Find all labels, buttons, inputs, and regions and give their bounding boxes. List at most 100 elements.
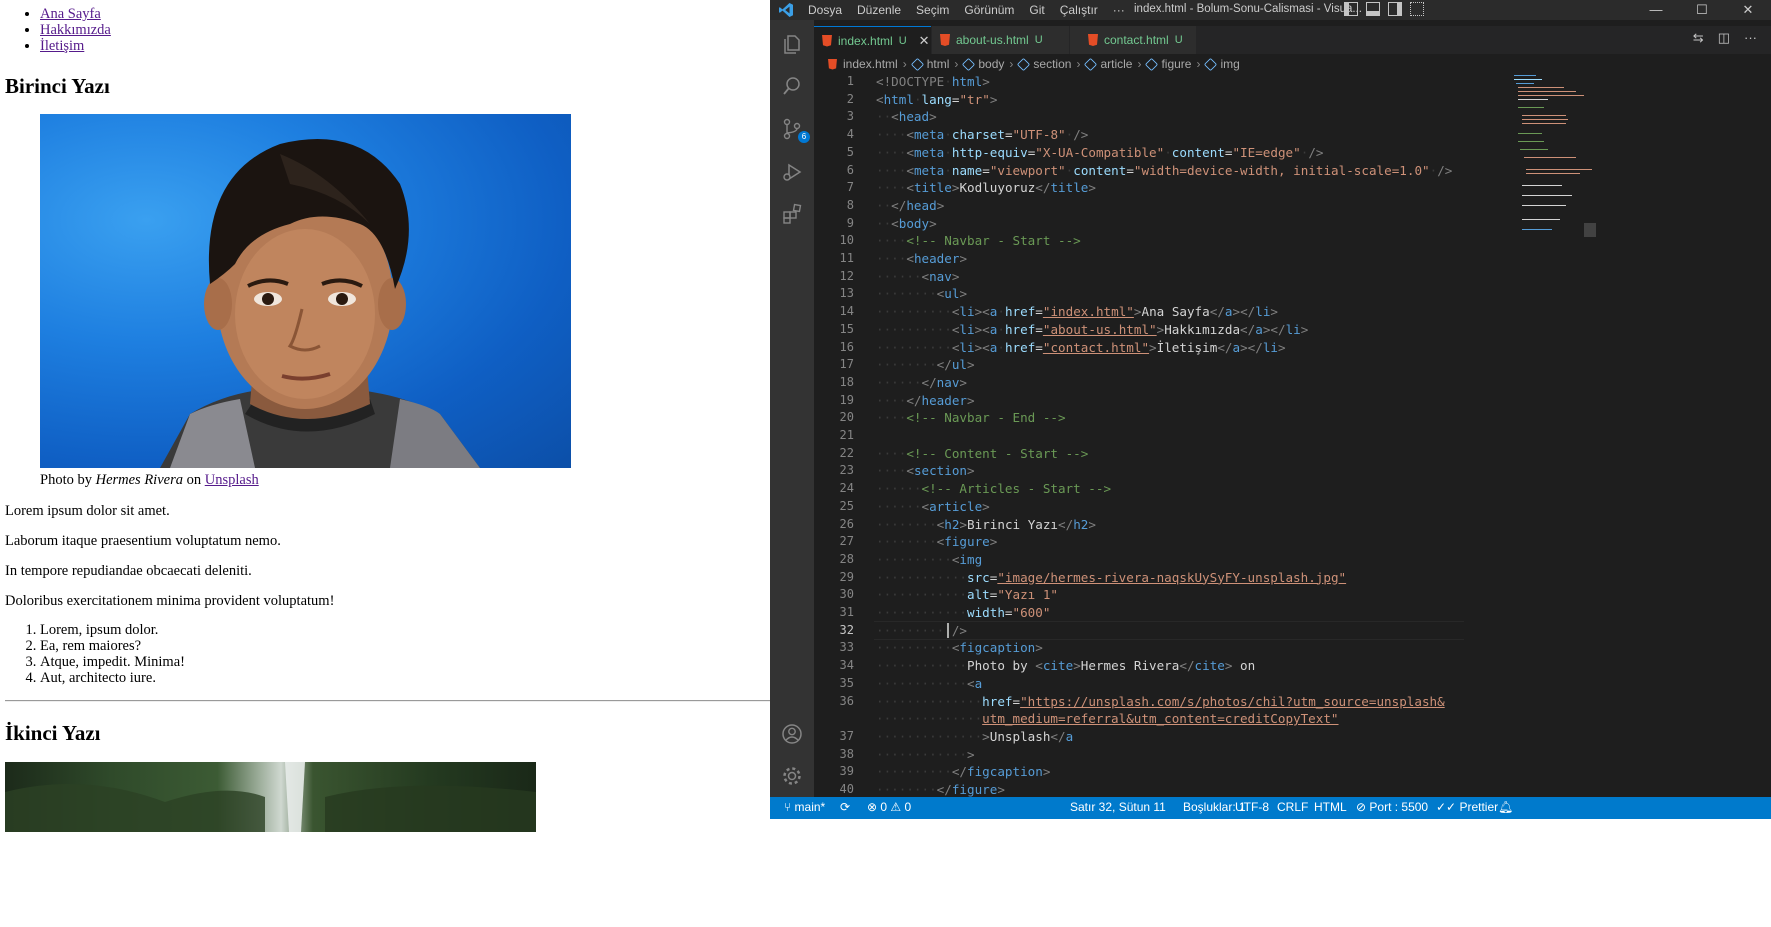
code-line: ··<head> bbox=[876, 109, 937, 125]
code-line: ····<title>Kodluyoruz</title> bbox=[876, 180, 1096, 196]
source-control-icon[interactable]: 6 bbox=[778, 115, 810, 143]
desktop-background bbox=[770, 819, 1771, 927]
notifications-bell-icon[interactable]: 🔔︎ bbox=[1498, 800, 1513, 814]
branch-name: main* bbox=[794, 800, 826, 814]
line-number: 2 bbox=[846, 91, 854, 106]
line-number: 22 bbox=[839, 445, 854, 460]
breadcrumb-item[interactable]: img bbox=[1220, 57, 1239, 71]
toggle-panel-icon[interactable] bbox=[1366, 2, 1380, 16]
language-mode[interactable]: HTML bbox=[1314, 800, 1347, 814]
line-number: 37 bbox=[839, 728, 854, 743]
end-of-line[interactable]: CRLF bbox=[1277, 800, 1308, 814]
figure-caption: Photo by Hermes Rivera on Unsplash bbox=[40, 472, 259, 489]
list-item: Lorem, ipsum dolor. bbox=[40, 622, 185, 638]
menu-view[interactable]: Görünüm bbox=[964, 3, 1014, 17]
tab-index-html[interactable]: index.html U ✕ bbox=[814, 26, 931, 54]
token: <!-- Navbar - End --> bbox=[906, 410, 1066, 426]
line-number: 23 bbox=[839, 463, 854, 478]
token: "IE=edge" bbox=[1232, 144, 1301, 160]
token: <!-- Content - Start --> bbox=[906, 445, 1089, 461]
nav-list: Ana Sayfa Hakkımızda İletişim bbox=[0, 6, 770, 54]
code-line: ··</head> bbox=[876, 197, 945, 213]
source-control-badge: 6 bbox=[798, 131, 810, 143]
menu-edit[interactable]: Düzenle bbox=[857, 3, 901, 17]
nav-link-contact[interactable]: İletişim bbox=[40, 38, 84, 54]
minimize-button[interactable]: — bbox=[1633, 0, 1679, 20]
code-line: ············<a bbox=[876, 675, 983, 691]
line-number: 19 bbox=[839, 392, 854, 407]
split-editor-icon[interactable]: ◫ bbox=[1718, 30, 1730, 46]
port-label: Port : 5500 bbox=[1369, 800, 1429, 814]
status-bar: ⑂ main* ⟳ ⊗ 0 ⚠ 0 Satır 32, Sütun 11 Boş… bbox=[770, 797, 1771, 819]
breadcrumb-item[interactable]: html bbox=[927, 57, 950, 71]
line-number: 8 bbox=[846, 197, 854, 212]
menu-run[interactable]: Çalıştır bbox=[1060, 3, 1098, 17]
code-line: ··<body> bbox=[876, 215, 937, 231]
live-server-port[interactable]: ⊘ Port : 5500 bbox=[1356, 800, 1428, 814]
html-file-icon bbox=[1088, 34, 1098, 46]
prettier-status[interactable]: ✓✓ Prettier bbox=[1436, 800, 1498, 814]
tab-about-us-html[interactable]: about-us.html U bbox=[932, 26, 1069, 54]
breadcrumb-item[interactable]: article bbox=[1100, 57, 1132, 71]
nav-link-about[interactable]: Hakkımızda bbox=[40, 22, 111, 38]
caption-author: Hermes Rivera bbox=[95, 472, 183, 488]
paragraph: Lorem ipsum dolor sit amet. bbox=[5, 502, 170, 519]
line-number: 24 bbox=[839, 481, 854, 496]
search-icon[interactable] bbox=[778, 72, 806, 100]
code-line: ············> bbox=[876, 746, 975, 762]
breadcrumb-item[interactable]: index.html bbox=[843, 57, 898, 71]
close-icon[interactable]: ✕ bbox=[919, 28, 930, 54]
tab-contact-html[interactable]: contact.html U bbox=[1070, 26, 1196, 54]
menu-more[interactable]: ··· bbox=[1113, 3, 1125, 17]
maximize-button[interactable]: ☐ bbox=[1679, 0, 1725, 20]
caption-middle: on bbox=[182, 472, 205, 488]
sync-icon[interactable]: ⟳ bbox=[840, 800, 850, 814]
code-line: ··············utm_medium=referral&utm_co… bbox=[876, 711, 1339, 727]
extensions-icon[interactable] bbox=[778, 200, 806, 228]
element-icon bbox=[1145, 57, 1159, 71]
line-number: 1 bbox=[846, 74, 854, 88]
menu-selection[interactable]: Seçim bbox=[916, 3, 949, 17]
html-file-icon bbox=[822, 34, 832, 47]
run-debug-icon[interactable] bbox=[778, 158, 806, 186]
compare-changes-icon[interactable]: ⇆ bbox=[1693, 30, 1704, 46]
token: Ana Sayfa bbox=[1141, 304, 1210, 320]
breadcrumb-item[interactable]: figure bbox=[1161, 57, 1191, 71]
token: "width=device-width, initial-scale=1.0" bbox=[1133, 162, 1430, 178]
cursor-position[interactable]: Satır 32, Sütun 11 bbox=[1070, 800, 1166, 814]
code-editor[interactable]: 1 2 3 4 5 6 7 8 9 10 11 12 13 14 15 16 17 18 19 20 21 22 23 24 2… bbox=[814, 73, 1771, 797]
token: "UTF-8" bbox=[1012, 127, 1066, 143]
caption-prefix: Photo by bbox=[40, 472, 96, 488]
explorer-icon[interactable] bbox=[778, 30, 806, 58]
menu-file[interactable]: Dosya bbox=[808, 3, 842, 17]
breadcrumb-item[interactable]: section bbox=[1033, 57, 1071, 71]
token: <!-- Articles - Start --> bbox=[921, 481, 1112, 497]
nav-link-home[interactable]: Ana Sayfa bbox=[40, 6, 101, 22]
more-actions-icon[interactable]: ··· bbox=[1744, 30, 1757, 46]
problems-indicator[interactable]: ⊗ 0 ⚠ 0 bbox=[867, 800, 911, 814]
close-window-button[interactable]: ✕ bbox=[1725, 0, 1771, 20]
line-number: 32 bbox=[839, 622, 854, 637]
toggle-secondary-sidebar-icon[interactable] bbox=[1388, 2, 1402, 16]
menu-git[interactable]: Git bbox=[1029, 3, 1044, 17]
encoding[interactable]: UTF-8 bbox=[1235, 800, 1269, 814]
scrollbar-thumb[interactable] bbox=[1584, 223, 1596, 237]
token: "https://unsplash.com/s/photos/chil?utm_… bbox=[1020, 693, 1445, 709]
code-line: ··········<li><a·href="about-us.html">Ha… bbox=[876, 321, 1309, 337]
paragraph: In tempore repudiandae obcaecati delenit… bbox=[5, 562, 252, 579]
code-line: <html·lang="tr"> bbox=[876, 91, 998, 107]
minimap[interactable] bbox=[1514, 73, 1592, 243]
branch-indicator[interactable]: ⑂ main* bbox=[784, 800, 825, 814]
accounts-icon[interactable] bbox=[778, 720, 806, 748]
token: "tr" bbox=[959, 91, 990, 107]
article-photo-waterfall bbox=[5, 762, 536, 832]
customize-layout-icon[interactable] bbox=[1410, 2, 1424, 16]
breadcrumb-item[interactable]: body bbox=[978, 57, 1004, 71]
unsplash-link[interactable]: Unsplash bbox=[205, 472, 259, 488]
toggle-sidebar-icon[interactable] bbox=[1344, 2, 1358, 16]
token: "X-UA-Compatible" bbox=[1035, 144, 1165, 160]
breadcrumb: index.html › html › body › section › article… bbox=[828, 55, 1240, 73]
settings-gear-icon[interactable] bbox=[778, 762, 806, 790]
line-number: 17 bbox=[839, 357, 854, 372]
code-line: ············src="image/hermes-rivera-naq… bbox=[876, 569, 1347, 585]
